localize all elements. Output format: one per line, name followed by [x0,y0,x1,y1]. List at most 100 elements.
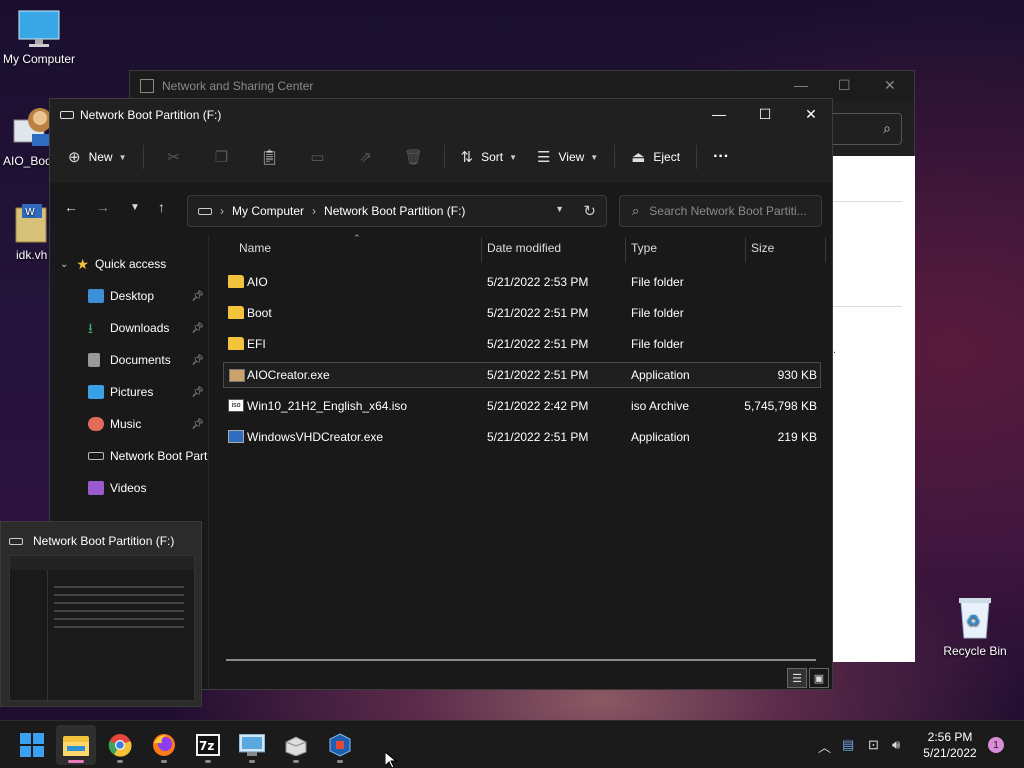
bg-window-titlebar[interactable]: Network and Sharing Center — ☐ ✕ [130,71,914,101]
sort-button[interactable]: ⇅ Sort ▼ [451,141,528,173]
back-button[interactable]: ← [64,199,78,215]
refresh-icon[interactable]: ↻ [583,202,596,220]
search-icon: ⌕ [632,203,640,218]
storage-icon[interactable]: ▤ [842,737,854,753]
network-icon[interactable]: ⊡ [868,737,879,753]
view-list-icon: ☰ [537,149,551,166]
file-row[interactable]: EFI 5/21/2022 2:51 PM File folder [223,331,821,357]
taskbar-7zip[interactable]: 7z [188,725,228,765]
sidebar-item-quick-access[interactable]: ⌄ ★ Quick access [50,248,208,280]
close-button[interactable]: ✕ [788,99,834,129]
paste-button[interactable]: 📋︎ [246,141,294,173]
bg-maximize-button[interactable]: ☐ [838,77,851,94]
breadcrumb-my-computer[interactable]: My Computer [232,204,304,218]
sidebar-item-pictures[interactable]: Pictures 📌︎ [50,376,208,408]
download-icon: ⭳ [88,320,93,336]
desktop-icon-my-computer[interactable]: My Computer [0,10,84,66]
preview-thumbnail[interactable] [9,555,195,701]
column-divider[interactable] [745,237,746,263]
address-dropdown-icon[interactable]: ▼ [555,204,564,214]
more-options-button[interactable]: ··· [703,141,739,173]
sidebar-item-music[interactable]: Music 📌︎ [50,408,208,440]
recent-locations-button[interactable]: ▼ [130,202,140,213]
pane-splitter[interactable] [208,235,209,689]
drive-icon [198,207,212,215]
video-icon [88,481,104,495]
tiles-view-button[interactable]: ▣ [809,668,829,688]
pin-icon[interactable]: 📌︎ [191,291,204,302]
file-row[interactable]: WindowsVHDCreator.exe 5/21/2022 2:51 PM … [223,424,821,450]
file-row[interactable]: Boot 5/21/2022 2:51 PM File folder [223,300,821,326]
taskbar-file-explorer[interactable] [56,725,96,765]
sidebar-item-downloads[interactable]: ⭳ Downloads 📌︎ [50,312,208,344]
bg-search-box[interactable]: ⌕ [830,113,902,145]
file-explorer-icon [63,736,89,756]
show-hidden-icons-button[interactable]: ︿ [818,737,831,756]
details-view-button[interactable]: ☰ [787,668,807,688]
taskbar-chrome[interactable] [100,725,140,765]
pin-icon[interactable]: 📌︎ [191,387,204,398]
delete-button[interactable]: 🗑︎ [390,141,438,173]
forward-button[interactable]: → [96,199,110,215]
pin-icon[interactable]: 📌︎ [191,323,204,334]
horizontal-scrollbar[interactable] [226,659,816,661]
eject-button[interactable]: ⏏ Eject [621,141,690,173]
taskbar-virtualbox[interactable] [320,725,360,765]
notification-badge[interactable]: 1 [988,737,1004,753]
new-button[interactable]: ⊕ New ▼ [58,141,137,173]
running-indicator [249,760,255,763]
maximize-button[interactable]: ☐ [742,99,788,129]
column-header-date[interactable]: Date modified [487,241,561,261]
taskbar: 7z ︿ ▤ ⊡ 🔊︎ 2:56 PM 5/21/2022 1 [0,720,1024,768]
file-row[interactable]: iso Win10_21H2_English_x64.iso 5/21/2022… [223,393,821,419]
cut-button[interactable]: ✂ [150,141,198,173]
file-date: 5/21/2022 2:53 PM [487,275,589,289]
clock[interactable]: 2:56 PM 5/21/2022 [905,729,995,761]
bg-minimize-button[interactable]: — [794,77,808,93]
start-button[interactable] [12,725,52,765]
sidebar-item-network-boot-partition[interactable]: Network Boot Partition (F:) [50,440,208,472]
sidebar-item-videos[interactable]: Videos [50,472,208,504]
minimize-button[interactable]: — [696,99,742,129]
pin-icon[interactable]: 📌︎ [191,355,204,366]
file-name: WindowsVHDCreator.exe [247,430,384,444]
running-indicator [337,760,343,763]
file-row[interactable]: AIO 5/21/2022 2:53 PM File folder [223,269,821,295]
copy-button[interactable]: ❐ [198,141,246,173]
column-divider[interactable] [625,237,626,263]
volume-icon[interactable]: 🔊︎ [892,737,900,753]
taskbar-firefox[interactable] [144,725,184,765]
share-button[interactable]: ⇗ [342,141,390,173]
clock-time: 2:56 PM [927,730,973,744]
column-divider[interactable] [481,237,482,263]
address-bar[interactable]: › My Computer › Network Boot Partition (… [187,195,607,227]
new-label: New [88,150,113,164]
bg-close-button[interactable]: ✕ [884,77,896,94]
taskbar-window-preview[interactable]: Network Boot Partition (F:) [0,521,202,707]
running-indicator [293,760,299,763]
taskbar-remote-app[interactable] [232,725,272,765]
sidebar-item-documents[interactable]: Documents 📌︎ [50,344,208,376]
rename-icon: ▭ [310,149,325,166]
pin-icon[interactable]: 📌︎ [191,419,204,430]
up-button[interactable]: ↑ [158,199,165,215]
desktop-icon-recycle-bin[interactable]: ♻ Recycle Bin [930,596,1020,658]
column-divider[interactable] [825,237,826,263]
firefox-icon [153,734,175,756]
column-header-type[interactable]: Type [631,241,657,261]
file-row[interactable]: AIOCreator.exe 5/21/2022 2:51 PM Applica… [223,362,821,388]
file-type: iso Archive [631,399,690,413]
network-center-icon [140,79,154,93]
column-header-name[interactable]: Name [239,241,271,261]
search-box[interactable]: ⌕ Search Network Boot Partiti... [619,195,822,227]
taskbar-setup-app[interactable] [276,725,316,765]
breadcrumb-current[interactable]: Network Boot Partition (F:) [324,204,465,218]
sidebar-item-label: Videos [110,481,147,495]
window-titlebar[interactable]: Network Boot Partition (F:) — ☐ ✕ [50,99,832,131]
sidebar-item-desktop[interactable]: Desktop 📌︎ [50,280,208,312]
file-date: 5/21/2022 2:51 PM [487,430,589,444]
view-button[interactable]: ☰ View ▼ [527,141,608,173]
column-header-size[interactable]: Size [751,241,774,261]
rename-button[interactable]: ▭ [294,141,342,173]
copy-icon: ❐ [214,149,229,166]
